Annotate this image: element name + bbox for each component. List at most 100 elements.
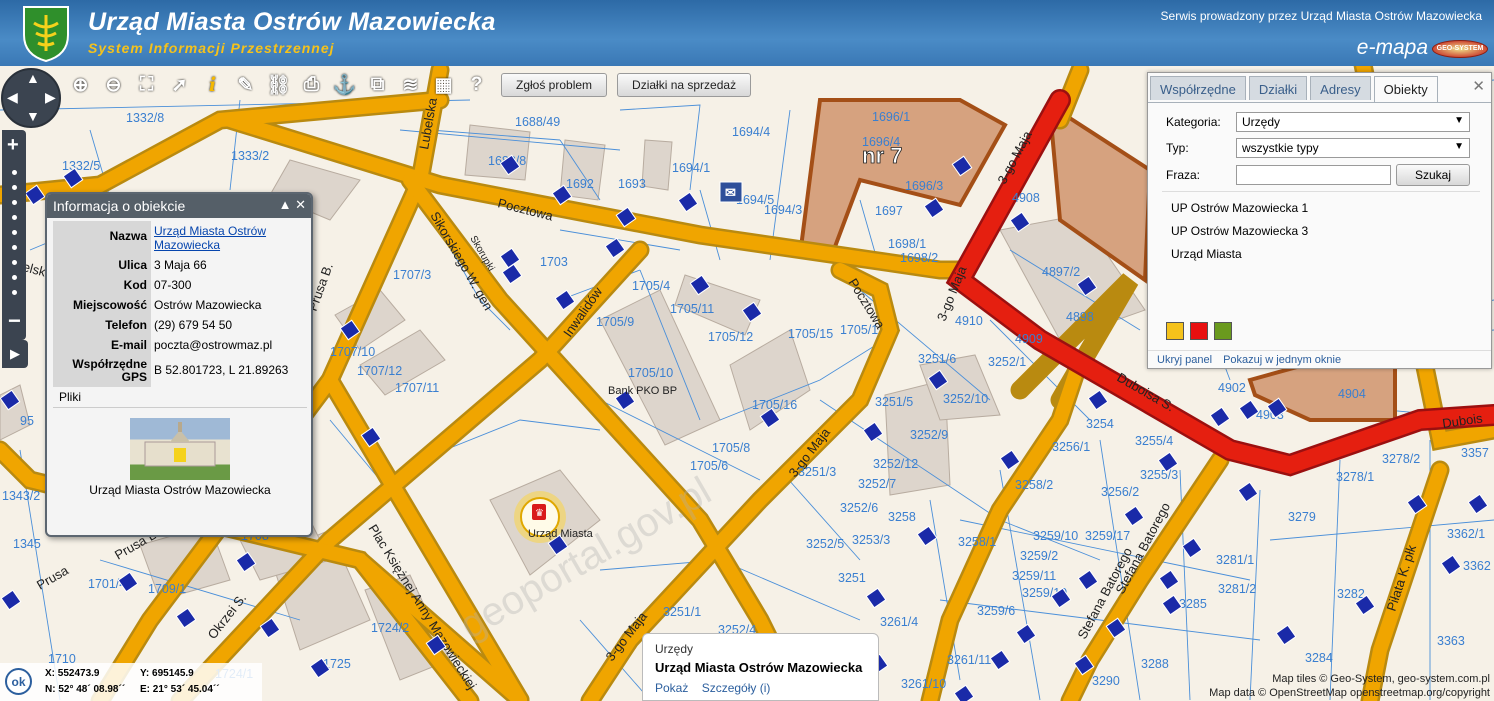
search-button[interactable]: Szukaj [1396,164,1470,186]
ok-button[interactable]: ok [5,668,32,695]
pan-down-icon[interactable]: ▼ [26,108,40,124]
help-icon[interactable]: ? [462,71,491,100]
collapse-icon[interactable]: ▲ [279,197,292,212]
parcel-number: 3357 [1461,446,1489,460]
parcel-number: 3252/12 [873,457,918,471]
plots-for-sale-button[interactable]: Działki na sprzedaż [617,73,752,97]
parcel-number: 3281/1 [1216,553,1254,567]
zoom-plus-icon[interactable]: + [7,134,19,157]
info-row-name: Nazwa Urząd Miasta Ostrów Mazowiecka [53,221,307,255]
parcel-number: 3278/1 [1336,470,1374,484]
parcel-number: 3258 [888,510,916,524]
parcel-number: 1705/10 [628,366,673,380]
parcel-number: 3258/1 [958,535,996,549]
building-photo[interactable] [130,418,230,480]
parcel-number: 1707/10 [330,345,375,359]
result-item[interactable]: UP Ostrów Mazowiecka 1 [1162,198,1480,221]
tab-objects[interactable]: Obiekty [1373,76,1438,102]
result-item[interactable]: UP Ostrów Mazowiecka 3 [1162,221,1480,244]
zoom-level-dot[interactable] [12,185,17,190]
parcel-number: 3256/1 [1052,440,1090,454]
poi-label-bank: Bank PKO BP [608,385,677,397]
parcel-number: 1694/3 [764,203,802,217]
parcel-number: 3252/7 [858,477,896,491]
info-icon[interactable]: i [198,71,227,100]
zoom-in-icon[interactable]: ⊕ [66,71,95,100]
category-select[interactable]: Urzędy ▼ [1236,112,1470,132]
type-select[interactable]: wszystkie typy ▼ [1236,138,1470,158]
parcel-number: 3261/10 [901,677,946,691]
parcel-number: 4897/2 [1042,265,1080,279]
zoom-slider[interactable]: + − [2,130,26,340]
parcel-number: 3363 [1437,634,1465,648]
zoom-level-dot[interactable] [12,275,17,280]
tab-plots[interactable]: Działki [1248,76,1308,100]
phrase-input[interactable] [1236,165,1391,185]
pan-up-icon[interactable]: ▲ [26,70,40,86]
parcel-number: 3251/3 [798,465,836,479]
info-value: poczta@ostrowmaz.pl [151,335,307,355]
link-chain-icon[interactable]: ⛓ [264,71,293,100]
close-icon[interactable]: ✕ [295,197,306,212]
measure-ruler-icon[interactable]: ✎ [231,71,260,100]
hide-panel-link[interactable]: Ukryj panel [1157,354,1212,366]
zoom-level-dot[interactable] [12,290,17,295]
zoom-level-dot[interactable] [12,200,17,205]
layers-copy-icon[interactable]: ⧉ [363,71,392,100]
panel-footer: Ukryj panel Pokazuj w jednym oknie [1148,350,1491,369]
zoom-minus-icon[interactable]: − [8,308,21,334]
close-icon[interactable]: ✕ [1472,77,1485,95]
parcel-number: 1705/1 [840,323,878,337]
object-name-link[interactable]: Urząd Miasta Ostrów Mazowiecka [151,221,307,255]
full-extent-icon[interactable]: ⛶ [132,71,161,100]
zoom-level-dot[interactable] [12,215,17,220]
layout-window-icon[interactable]: ▦ [429,71,458,100]
layers-stack-icon[interactable]: ≋ [396,71,425,100]
single-window-link[interactable]: Pokazuj w jednym oknie [1223,354,1341,366]
zoom-out-icon[interactable]: ⊖ [99,71,128,100]
anchor-pin-icon[interactable]: ⚓ [330,71,359,100]
geo-system-logo[interactable]: GEO-SYSTEM [1432,40,1488,58]
app-subtitle: System Informacji Przestrzennej [88,40,335,56]
zoom-level-dot[interactable] [12,170,17,175]
info-row-postcode: Kod 07-300 [53,275,307,295]
zoom-level-dot[interactable] [12,245,17,250]
zoom-level-dot[interactable] [12,260,17,265]
info-row-email: E-mail poczta@ostrowmaz.pl [53,335,307,355]
show-link[interactable]: Pokaż [655,681,688,695]
post-office-icon[interactable]: ✉ [719,181,743,203]
info-label: Kod [53,275,151,295]
expand-panel-icon[interactable]: ▶ [2,340,28,368]
parcel-number: 3259/6 [977,604,1015,618]
parcel-number: 3252/5 [806,537,844,551]
parcel-number: 1709/1 [148,582,186,596]
result-item[interactable]: Urząd Miasta [1162,244,1480,267]
select-cursor-icon[interactable]: ➚ [165,71,194,100]
header-bar: Urząd Miasta Ostrów Mazowiecka System In… [0,0,1494,66]
pan-left-icon[interactable]: ◀ [7,89,18,106]
parcel-number: 1705/4 [632,279,670,293]
info-label: E-mail [53,335,151,355]
parcel-number: 3258/2 [1015,478,1053,492]
tab-addresses[interactable]: Adresy [1310,76,1371,100]
parcel-number: 1693 [618,177,646,191]
parcel-number: 3281/2 [1218,582,1256,596]
parcel-number: 1345 [13,537,41,551]
tab-coordinates[interactable]: Współrzędne [1150,76,1246,100]
report-problem-button[interactable]: Zgłoś problem [501,73,608,97]
zoom-level-dot[interactable] [12,230,17,235]
color-swatch-yellow[interactable] [1166,322,1184,340]
service-note: Serwis prowadzony przez Urząd Miasta Ost… [1160,9,1482,23]
parcel-number: 3252/1 [988,355,1026,369]
print-icon[interactable]: ⎙ [297,71,326,100]
parcel-number: 1707/12 [357,364,402,378]
parcel-number: 3251 [838,571,866,585]
color-swatch-green[interactable] [1214,322,1232,340]
parcel-number: 1707/11 [395,381,439,395]
pan-right-icon[interactable]: ▶ [45,89,56,106]
info-value: 07-300 [151,275,307,295]
parcel-number: 1705/16 [752,398,797,412]
popup-header: Informacja o obiekcie ▲ ✕ [47,194,311,218]
color-swatch-red[interactable] [1190,322,1208,340]
details-link[interactable]: Szczegóły (i) [702,681,771,695]
